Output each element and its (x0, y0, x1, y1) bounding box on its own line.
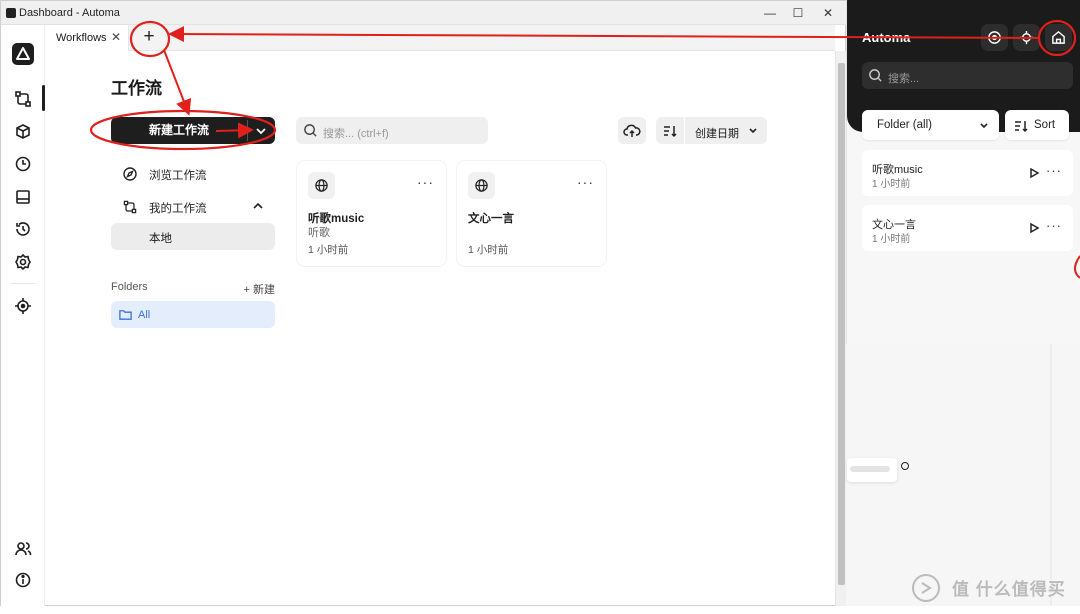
scrollbar-thumb[interactable] (838, 63, 845, 585)
sort-icon (1015, 121, 1028, 133)
storage-icon[interactable] (13, 187, 33, 207)
user-icon[interactable] (13, 539, 33, 559)
watermark-text: 值 什么值得买 (952, 580, 1066, 599)
upload-cloud-icon (623, 124, 641, 137)
workflow-name: 文心一言 (468, 213, 514, 225)
sidebar (1, 25, 45, 607)
record-icon (988, 31, 1001, 44)
new-folder-button[interactable]: + 新建 (244, 281, 275, 297)
automa-logo-icon[interactable] (12, 43, 34, 65)
crosshair-icon (1019, 30, 1034, 45)
nav-label: 本地 (149, 233, 172, 245)
node-port-icon (901, 462, 909, 470)
home-button[interactable] (1045, 24, 1072, 51)
folder-icon (118, 307, 133, 322)
sort-control: 创建日期 (656, 117, 767, 144)
nav-my-workflows[interactable]: 我的工作流 (111, 194, 275, 220)
sort-select[interactable]: 创建日期 (695, 125, 739, 141)
canvas-connector-line (1050, 344, 1052, 606)
extension-popup: Automa 搜索... Folder (all) Sort 听歌music 1… (846, 0, 1080, 344)
popup-workflow-item[interactable]: 文心一言 1 小时前 ··· (862, 205, 1073, 251)
page-title: 工作流 (111, 79, 162, 98)
nav-local[interactable]: 本地 (111, 223, 275, 250)
workflow-time: 1 小时前 (872, 179, 911, 190)
search-icon (869, 69, 882, 82)
import-button[interactable] (618, 117, 646, 144)
settings-icon[interactable] (13, 252, 33, 272)
popup-search-input[interactable]: 搜索... (862, 62, 1073, 89)
search-icon (303, 123, 318, 138)
canvas-node (847, 458, 897, 482)
tab-strip: Workflows ✕ + (45, 25, 835, 51)
workflows-icon (122, 199, 138, 215)
tab-label: Workflows (56, 32, 107, 44)
more-options-icon[interactable]: ··· (1046, 163, 1062, 178)
sort-separator (684, 117, 685, 144)
maximize-button[interactable]: ☐ (789, 5, 807, 21)
workflows-icon[interactable] (13, 89, 33, 109)
nav-browse-workflows[interactable]: 浏览工作流 (111, 161, 275, 187)
folder-select[interactable]: Folder (all) (862, 110, 999, 140)
workflow-time: 1 小时前 (872, 234, 911, 245)
workflow-time: 1 小时前 (468, 244, 509, 256)
folders-header: Folders + 新建 (111, 281, 275, 296)
popup-search-placeholder: 搜索... (888, 73, 920, 85)
compass-icon (122, 166, 138, 182)
logs-icon[interactable] (13, 219, 33, 239)
tab-close-icon[interactable]: ✕ (111, 30, 121, 44)
search-input[interactable]: 搜索... (ctrl+f) (296, 117, 488, 144)
app-icon (6, 8, 16, 18)
window-title: Dashboard - Automa (19, 7, 120, 19)
minimize-button[interactable]: — (761, 5, 779, 21)
play-icon[interactable] (1028, 167, 1040, 179)
tab-workflows[interactable]: Workflows ✕ (45, 25, 129, 51)
packages-icon[interactable] (13, 122, 33, 142)
chevron-down-icon[interactable] (253, 123, 269, 139)
search-placeholder: 搜索... (ctrl+f) (323, 128, 389, 140)
popup-workflow-item[interactable]: 听歌music 1 小时前 ··· (862, 150, 1073, 196)
workflow-time: 1 小时前 (308, 244, 349, 256)
new-workflow-button[interactable]: 新建工作流 (111, 117, 247, 144)
chevron-down-icon (980, 123, 988, 129)
title-bar: Dashboard - Automa — ☐ ✕ (1, 1, 847, 25)
chevron-down-icon[interactable] (747, 124, 759, 136)
schedule-icon[interactable] (13, 154, 33, 174)
play-icon[interactable] (1028, 222, 1040, 234)
workflow-card[interactable]: ··· 文心一言 1 小时前 (457, 161, 606, 266)
folder-label: All (138, 309, 151, 321)
element-picker-button[interactable] (1013, 24, 1040, 51)
more-options-icon[interactable]: ··· (577, 174, 594, 190)
bottom-edge (0, 606, 1080, 614)
workflow-description: 听歌 (308, 227, 330, 239)
about-icon[interactable] (13, 570, 33, 590)
scrollbar[interactable] (835, 51, 846, 607)
more-options-icon[interactable]: ··· (417, 174, 434, 190)
chevron-up-icon[interactable] (252, 200, 264, 212)
folders-heading: Folders (111, 281, 148, 293)
watermark-logo (912, 574, 940, 602)
record-button[interactable] (981, 24, 1008, 51)
close-button[interactable]: ✕ (819, 5, 837, 21)
globe-icon (468, 172, 495, 199)
home-icon (1052, 30, 1065, 44)
active-indicator (42, 85, 45, 111)
more-options-icon[interactable]: ··· (1046, 218, 1062, 233)
element-picker-icon[interactable] (13, 296, 33, 316)
nav-label: 浏览工作流 (149, 170, 207, 182)
globe-icon (308, 172, 335, 199)
popup-sort-button[interactable]: Sort (1005, 110, 1069, 140)
nav-label: 我的工作流 (149, 203, 207, 215)
sort-direction-icon[interactable] (662, 123, 678, 139)
new-tab-button[interactable]: + (138, 27, 160, 49)
folder-select-value: Folder (all) (877, 119, 932, 131)
workflow-card[interactable]: ··· 听歌music 听歌 1 小时前 (297, 161, 446, 266)
sidebar-divider (11, 283, 35, 284)
button-separator (247, 120, 248, 141)
folder-item-all[interactable]: All (111, 301, 275, 328)
new-workflow-button-group: 新建工作流 (111, 117, 275, 144)
sort-label: Sort (1034, 119, 1056, 131)
popup-title: Automa (862, 30, 911, 45)
